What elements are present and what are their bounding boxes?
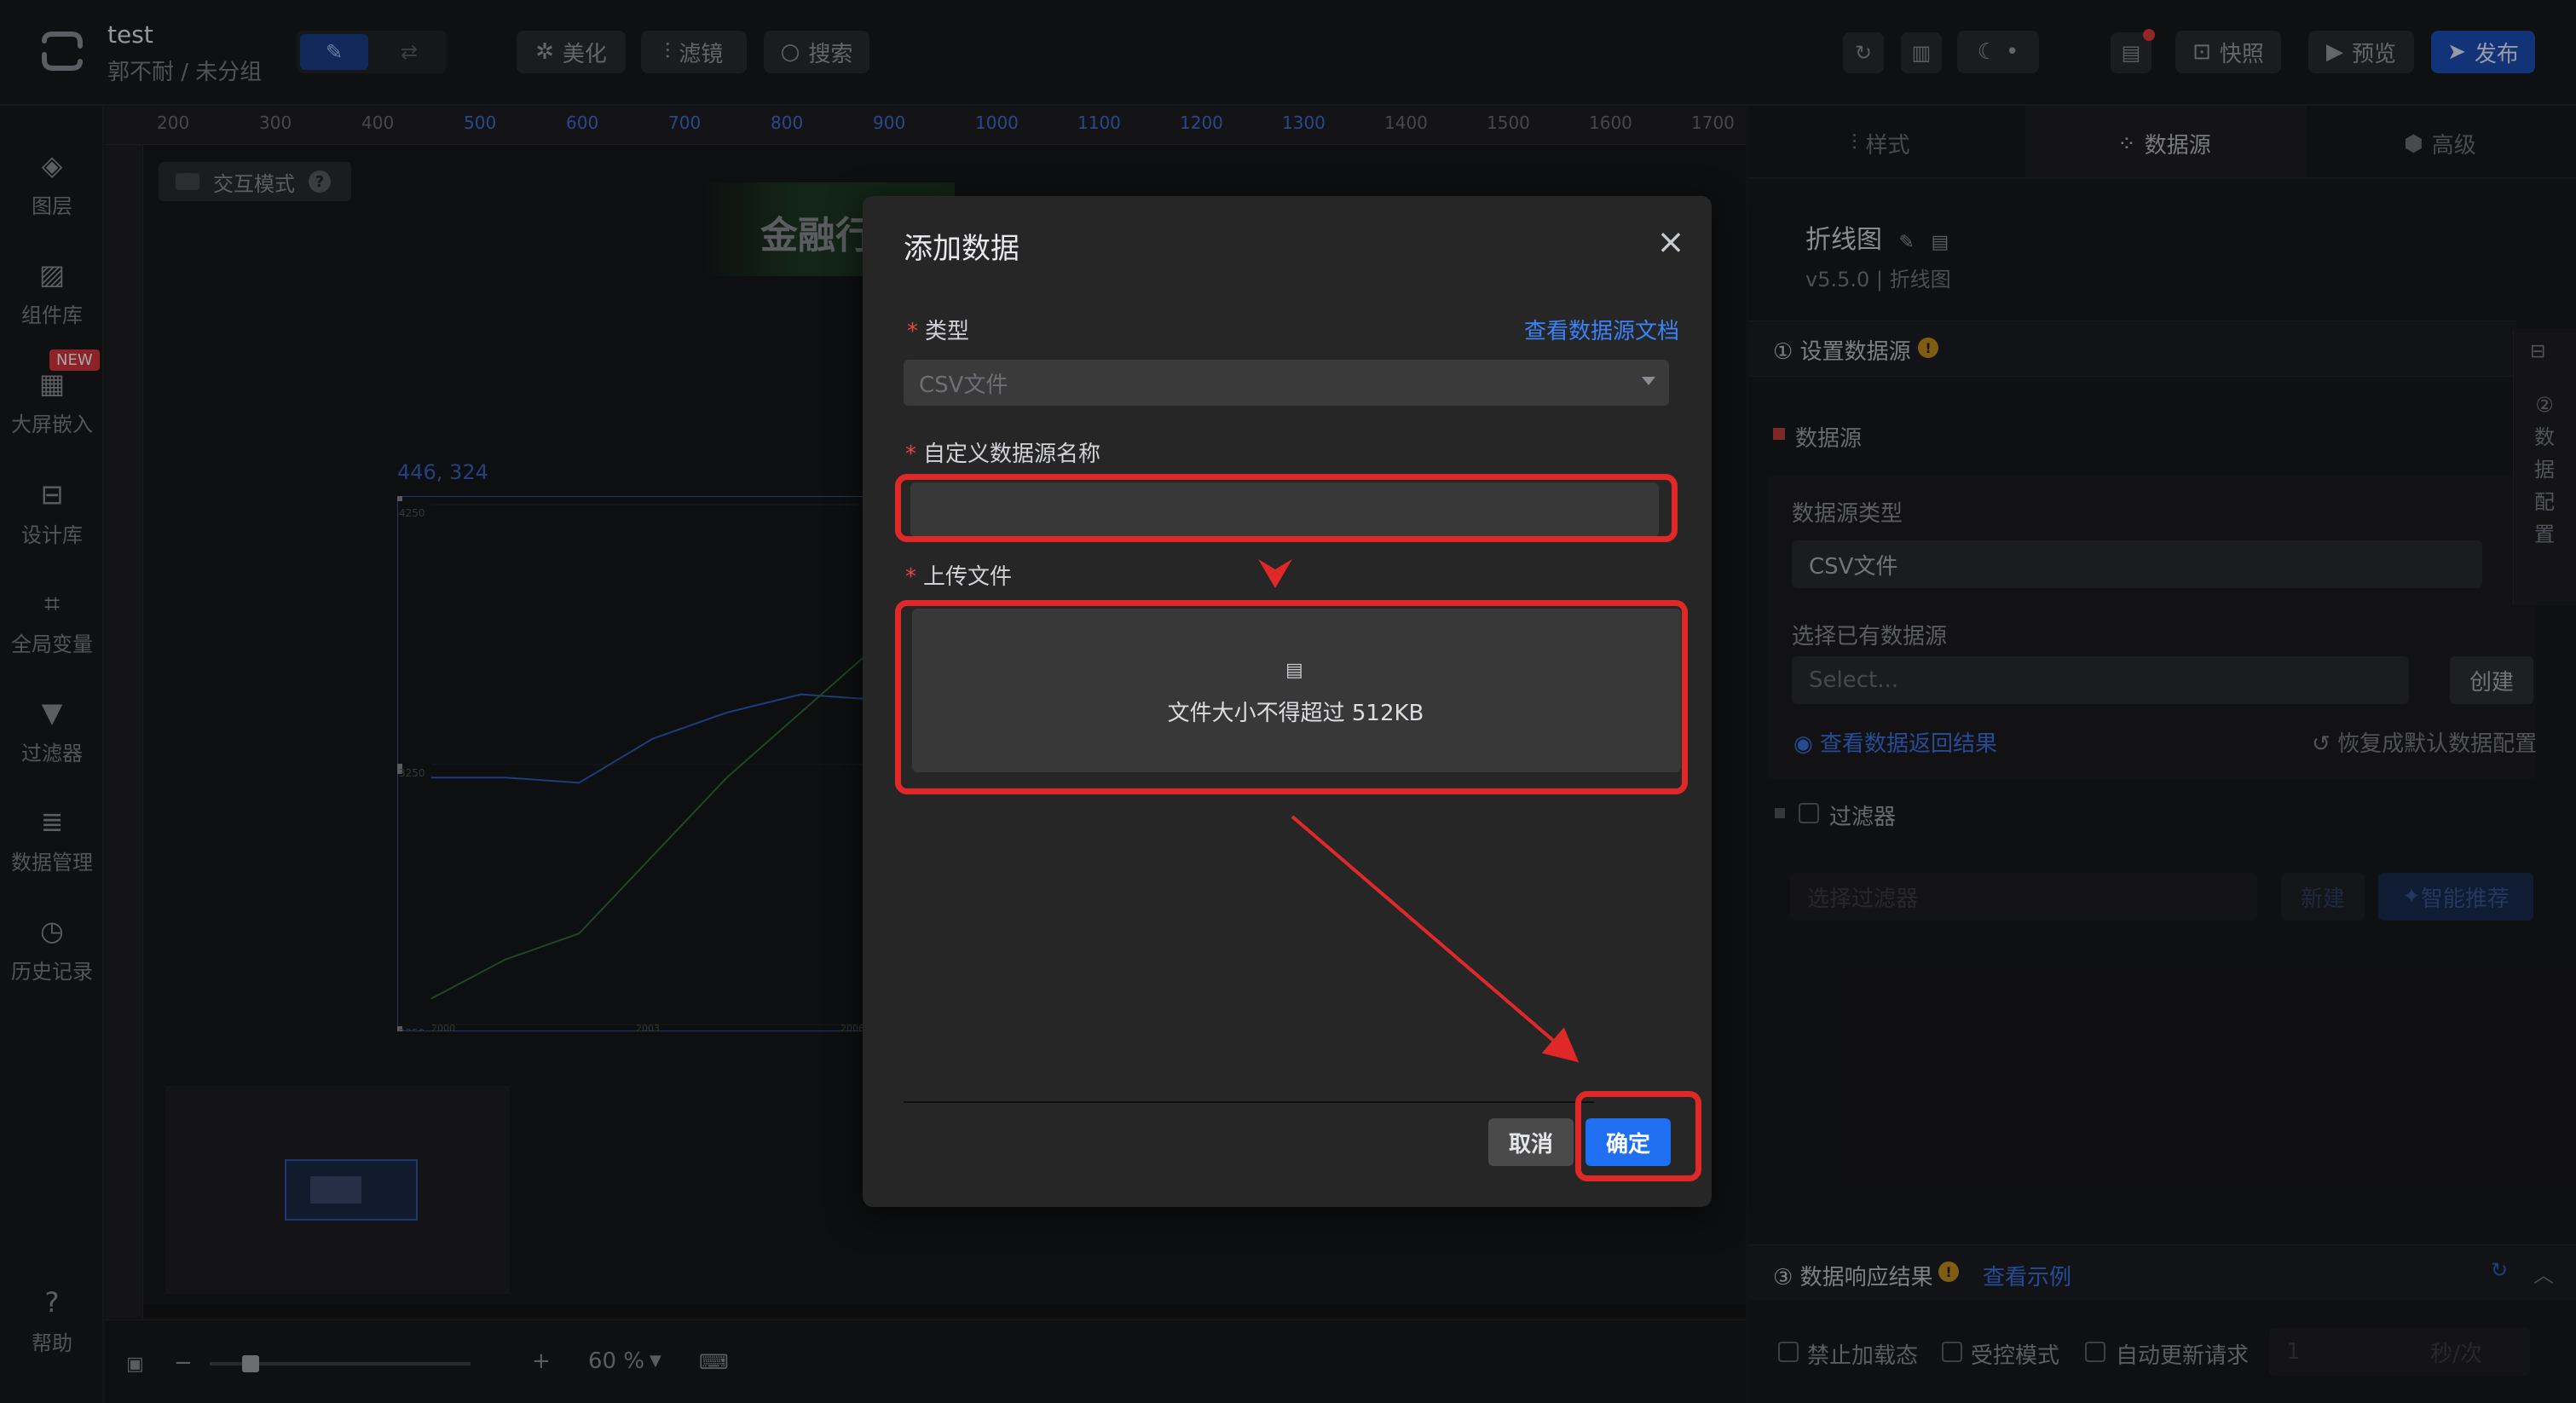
type-select-value: CSV文件 bbox=[919, 372, 1008, 398]
required-star: * bbox=[905, 564, 916, 590]
upload-label: * 上传文件 bbox=[905, 559, 1012, 591]
type-select[interactable]: CSV文件 bbox=[904, 360, 1669, 406]
caret-down-icon bbox=[1642, 377, 1655, 385]
close-icon[interactable]: × bbox=[1654, 225, 1688, 259]
annotation-confirm-box bbox=[1575, 1091, 1701, 1181]
name-label: * 自定义数据源名称 bbox=[905, 436, 1100, 468]
upload-label-text: 上传文件 bbox=[923, 564, 1013, 590]
cancel-button[interactable]: 取消 bbox=[1488, 1118, 1574, 1166]
annotation-upload-box bbox=[895, 600, 1688, 794]
datasource-doc-link[interactable]: 查看数据源文档 bbox=[1524, 314, 1679, 345]
name-label-text: 自定义数据源名称 bbox=[923, 442, 1101, 467]
type-label-text: 类型 bbox=[925, 319, 970, 344]
required-star: * bbox=[905, 442, 916, 467]
dialog-footer-divider bbox=[904, 1101, 1594, 1103]
type-label: * 类型 bbox=[907, 314, 969, 345]
annotation-name-box bbox=[895, 474, 1678, 542]
required-star: * bbox=[907, 319, 918, 344]
dialog-title: 添加数据 bbox=[904, 232, 1019, 266]
